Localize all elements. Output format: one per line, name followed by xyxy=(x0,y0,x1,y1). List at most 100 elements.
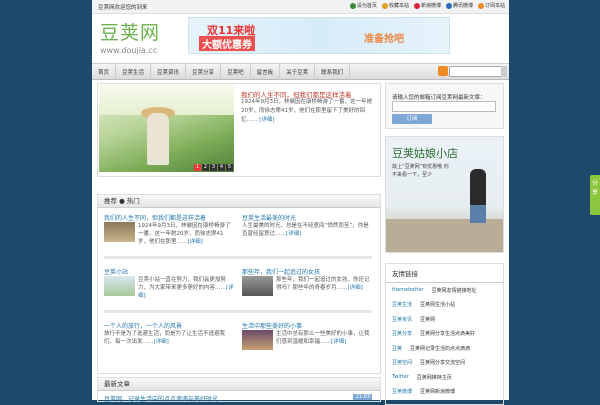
slide-dot-1[interactable]: 1 xyxy=(194,164,201,171)
featured-more-link[interactable]: [详细] xyxy=(259,117,274,123)
post-excerpt-text: 生活中总有那么一些美好的小事，让我们感到温暖和幸福…… xyxy=(276,331,370,345)
link-row[interactable]: 豆荚生活 豆荚网生活小站 xyxy=(386,298,503,313)
post-excerpt-text: 人生最美的时光，总是在不经意间“悄然而至”，你是否曾经留意过…… xyxy=(242,223,369,237)
post-title[interactable]: 那些年，我们一起追过的女孩 xyxy=(242,267,370,276)
post-more-link[interactable]: [详细] xyxy=(188,239,203,245)
featured-excerpt: 1924年9月3日，林徽因在康桥畅游了一番，这一年她20岁，而徐志摩41岁，他们… xyxy=(241,98,373,125)
post-title[interactable]: 生活中那些美好的小事 xyxy=(242,321,370,330)
link-row[interactable]: Twitter 豆荚网推特主页 xyxy=(386,370,503,385)
post-thumbnail[interactable] xyxy=(242,276,273,296)
links-heading: 友情链接 xyxy=(386,264,503,283)
post-excerpt-text: 1924年9月3日，林徽因在康桥畅游了一番，这一年她20岁，而徐志摩41岁，他们… xyxy=(138,223,231,245)
rss-icon[interactable] xyxy=(438,66,448,76)
link-name[interactable]: 豆荚 xyxy=(392,345,402,352)
post-excerpt-text: 豆荚小站一直在努力，我们会更加努力，为大家带来更多更好的内容…… xyxy=(138,277,227,291)
set-homepage-link[interactable]: 设为首页 xyxy=(349,2,377,9)
post-card: 一个人的旅行，一个人的风景 旅行不是为了逃避生活，而是为了让生活不逃避我们，每一… xyxy=(104,321,232,345)
post-more-link[interactable]: [详细] xyxy=(331,339,346,345)
shop-title: 豆荚姑娘小店 xyxy=(392,147,458,160)
shop-text: 敲上“豆荚网”有优惠哦 你不来看一下，至少 xyxy=(392,164,449,178)
nav-item-about[interactable]: 关于豆荚 xyxy=(280,64,316,80)
slide-dot-2[interactable]: 2 xyxy=(202,164,209,171)
latest-section: 最新文章 豆荚网，记录生活中的点点滴滴与美好时光 11-03 xyxy=(97,377,381,403)
top-bar: 豆荚网欢迎您的到来 设为首页 收藏本站 新浪微博 腾讯微博 订阅本站 xyxy=(92,0,509,14)
post-thumbnail[interactable] xyxy=(104,222,135,242)
link-name[interactable]: Twitter xyxy=(392,374,409,380)
subscribe-button[interactable]: 订阅 xyxy=(392,114,432,124)
ad-wall xyxy=(386,219,503,252)
sina-weibo-link[interactable]: 新浪微博 xyxy=(413,2,441,9)
link-desc: 豆荚网 xyxy=(420,316,436,323)
post-card: 那些年，我们一起追过的女孩 那些年，我们一起追过的女孩，你还记得吗？那些年的青春… xyxy=(242,267,370,296)
section-heading: 推荐 ● 热门 xyxy=(98,195,380,208)
post-excerpt: 生活中总有那么一些美好的小事，让我们感到温暖和幸福……[详细] xyxy=(276,330,372,346)
link-desc: 豆荚网推特主页 xyxy=(416,374,452,381)
link-name[interactable]: 豆荚分享 xyxy=(392,330,412,337)
email-field[interactable] xyxy=(392,101,496,112)
subscribe-title: 请输入您的邮箱订阅豆荚网最新文章： xyxy=(392,95,486,101)
nav-item-contact[interactable]: 联系我们 xyxy=(315,64,351,80)
featured-slider: 1 2 3 4 5 我们的人生不同，但我们都是这样活着 1924年9月3日，林徽… xyxy=(97,83,381,177)
latest-post-link[interactable]: 豆荚网，记录生活中的点点滴滴与美好时光 xyxy=(104,394,218,403)
post-title[interactable]: 我们的人生不同，但我们都是这样活着 xyxy=(104,213,232,222)
link-name[interactable]: 豆荚空间 xyxy=(392,359,412,366)
link-row[interactable]: 豆荚分享 豆荚网分享生活点滴美好 xyxy=(386,327,503,342)
divider xyxy=(104,256,372,259)
post-title[interactable]: 一个人的旅行，一个人的风景 xyxy=(104,321,232,330)
slide-dot-4[interactable]: 4 xyxy=(218,164,225,171)
link-desc: 豆荚网新浪微博 xyxy=(420,389,456,396)
link-row[interactable]: 豆荚资讯 豆荚网 xyxy=(386,312,503,327)
nav-item-home[interactable]: 首页 xyxy=(92,64,117,80)
site-logo[interactable]: 豆荚网 www.doujia.cc xyxy=(100,18,160,55)
link-name[interactable]: themebetter xyxy=(392,287,423,293)
post-excerpt: 那些年，我们一起追过的女孩，你还记得吗？那些年的青春岁月……[详细] xyxy=(276,276,372,292)
divider xyxy=(104,310,372,313)
post-card: 生活中那些美好的小事 生活中总有那么一些美好的小事，让我们感到温暖和幸福……[详… xyxy=(242,321,370,350)
featured-image[interactable]: 1 2 3 4 5 xyxy=(99,85,234,172)
bookmark-link[interactable]: 收藏本站 xyxy=(381,2,409,9)
shop-ad[interactable]: 豆荚姑娘小店 敲上“豆荚网”有优惠哦 你不来看一下，至少 xyxy=(385,136,504,253)
search-button[interactable] xyxy=(501,66,507,77)
link-desc: 豆荚网友情链接地址 xyxy=(431,287,477,294)
subscribe-link[interactable]: 订阅本站 xyxy=(477,2,505,9)
home-icon xyxy=(349,2,356,9)
post-card: 我们的人生不同，但我们都是这样活着 1924年9月3日，林徽因在康桥畅游了一番，… xyxy=(104,213,232,245)
post-title[interactable]: 豆荚生活最美的时光 xyxy=(242,213,370,222)
link-name[interactable]: 豆荚生活 xyxy=(392,301,412,308)
logo-cn: 豆荚网 xyxy=(100,22,161,44)
search-input[interactable] xyxy=(449,66,503,77)
share-button[interactable]: 分享 xyxy=(590,175,600,215)
link-name[interactable]: 豆荚微博 xyxy=(392,388,412,395)
link-row[interactable]: 豆荚 豆荚网记录生活的点点滴滴 xyxy=(386,341,503,356)
main-nav: 首页 豆荚生活 豆荚资讯 豆荚分享 豆荚吧 留言板 关于豆荚 联系我们 xyxy=(92,63,509,80)
link-row[interactable]: themebetter 豆荚网友情链接地址 xyxy=(386,283,503,298)
star-icon xyxy=(381,2,388,9)
post-title[interactable]: 豆荚小站 xyxy=(104,267,232,276)
link-desc: 豆荚网记录生活的点点滴滴 xyxy=(410,345,471,352)
post-more-link[interactable]: [详细] xyxy=(348,285,363,291)
post-more-link[interactable]: [详细] xyxy=(286,231,301,237)
post-more-link[interactable]: [详细] xyxy=(154,339,169,345)
links-box: 友情链接 themebetter 豆荚网友情链接地址 豆荚生活 豆荚网生活小站 豆荚… xyxy=(385,263,504,405)
post-excerpt: 豆荚小站一直在努力，我们会更加努力，为大家带来更多更好的内容……[详细] xyxy=(138,276,234,300)
post-thumbnail[interactable] xyxy=(242,330,273,350)
link-desc: 豆荚网生活小站 xyxy=(420,302,456,309)
link-row[interactable]: 豆荚微博 豆荚网新浪微博 xyxy=(386,385,503,400)
post-thumbnail[interactable] xyxy=(104,276,135,296)
nav-item-guestbook[interactable]: 留言板 xyxy=(251,64,281,80)
post-card: 豆荚小站 豆荚小站一直在努力，我们会更加努力，为大家带来更多更好的内容……[详细… xyxy=(104,267,234,299)
post-card: 豆荚生活最美的时光 人生最美的时光，总是在不经意间“悄然而至”，你是否曾经留意过… xyxy=(242,213,370,237)
weibo-icon xyxy=(413,2,420,9)
slide-dot-5[interactable]: 5 xyxy=(226,164,233,171)
slide-dot-3[interactable]: 3 xyxy=(210,164,217,171)
tencent-weibo-link[interactable]: 腾讯微博 xyxy=(445,2,473,9)
nav-item-life[interactable]: 豆荚生活 xyxy=(116,64,152,80)
nav-item-bar[interactable]: 豆荚吧 xyxy=(221,64,251,80)
link-desc: 豆荚网分享交流空间 xyxy=(420,360,466,367)
link-name[interactable]: 豆荚资讯 xyxy=(392,316,412,323)
nav-item-news[interactable]: 豆荚资讯 xyxy=(151,64,187,80)
promo-banner[interactable]: 双11来啦 大额优惠券 准备抢吧 xyxy=(188,17,450,54)
link-row[interactable]: 豆荚空间 豆荚网分享交流空间 xyxy=(386,356,503,371)
post-date: 11-03 xyxy=(353,394,372,400)
nav-item-share[interactable]: 豆荚分享 xyxy=(186,64,222,80)
